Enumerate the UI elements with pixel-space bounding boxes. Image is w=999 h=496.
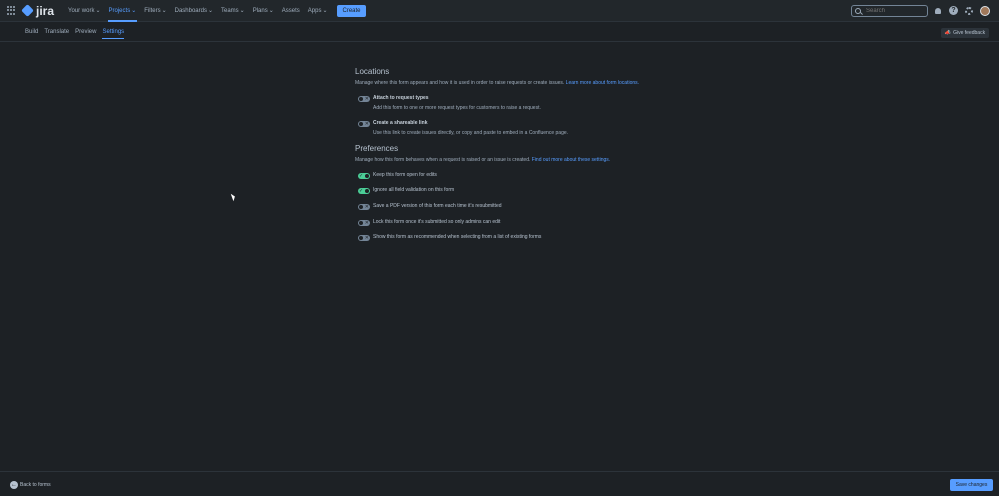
- search-icon: [855, 8, 861, 14]
- avatar[interactable]: [980, 6, 990, 16]
- locations-description-text: Manage where this form appears and how i…: [355, 80, 565, 86]
- ignore-validation-toggle[interactable]: ✓: [358, 188, 370, 194]
- keep-open-label: Keep this form open for edits: [373, 172, 437, 178]
- chevron-down-icon: ⌄: [239, 8, 245, 14]
- nav-item-label: Filters: [144, 7, 161, 14]
- find-out-more-settings-link[interactable]: Find out more about these settings.: [532, 157, 610, 163]
- shareable-link-toggle[interactable]: ✕: [358, 121, 370, 127]
- create-button[interactable]: Create: [337, 4, 366, 17]
- preferences-description-text: Manage how this form behaves when a requ…: [355, 157, 531, 163]
- toggle-off-icon: ✕: [364, 121, 369, 127]
- attach-request-types-toggle[interactable]: ✕: [358, 96, 370, 102]
- footer-bar: ← Back to forms Save changes: [0, 471, 999, 496]
- jira-logo-icon: [21, 4, 34, 17]
- toggle-off-icon: ✕: [364, 96, 369, 102]
- chevron-down-icon: ⌄: [95, 8, 101, 14]
- jira-logo[interactable]: jira: [21, 3, 55, 18]
- save-changes-button[interactable]: Save changes: [950, 479, 993, 491]
- mouse-pointer-icon: [230, 192, 237, 202]
- toggle-on-icon: ✓: [359, 188, 364, 194]
- give-feedback-label: Give feedback: [953, 30, 986, 36]
- attach-request-types-description: Add this form to one or more request typ…: [373, 105, 541, 111]
- nav-item-filters[interactable]: Filters ⌄: [140, 0, 170, 22]
- nav-item-label: Projects: [108, 7, 131, 14]
- show-recommended-label: Show this form as recommended when selec…: [373, 234, 542, 240]
- toggle-off-icon: ✕: [364, 204, 369, 210]
- nav-item-label: Your work: [68, 7, 95, 14]
- tab-preview[interactable]: Preview: [72, 22, 99, 42]
- chevron-down-icon: ⌄: [131, 8, 137, 14]
- nav-item-projects[interactable]: Projects ⌄: [105, 0, 141, 22]
- nav-item-assets[interactable]: Assets: [278, 0, 304, 22]
- show-recommended-toggle[interactable]: ✕: [358, 235, 370, 241]
- nav-items: Your work ⌄ Projects ⌄ Filters ⌄ Dashboards…: [64, 0, 331, 22]
- help-button[interactable]: ?: [949, 6, 958, 15]
- back-to-forms-button[interactable]: ← Back to forms: [10, 481, 51, 489]
- search-box[interactable]: [851, 5, 928, 17]
- help-icon: ?: [949, 6, 958, 15]
- tab-settings[interactable]: Settings: [99, 22, 127, 42]
- bell-icon: [934, 7, 941, 14]
- give-feedback-button[interactable]: 📣 Give feedback: [941, 28, 989, 38]
- learn-more-locations-link[interactable]: Learn more about form locations.: [566, 80, 639, 86]
- nav-item-label: Apps: [307, 7, 322, 14]
- nav-item-label: Plans: [252, 7, 268, 14]
- nav-item-plans[interactable]: Plans ⌄: [249, 0, 278, 22]
- tab-build[interactable]: Build: [22, 22, 41, 42]
- chevron-down-icon: ⌄: [268, 8, 274, 14]
- lock-form-toggle[interactable]: ✕: [358, 220, 370, 226]
- preferences-description: Manage how this form behaves when a requ…: [355, 157, 610, 163]
- toggle-on-icon: ✓: [359, 173, 364, 179]
- chevron-down-icon: ⌄: [322, 8, 328, 14]
- shareable-link-description: Use this link to create issues directly,…: [373, 130, 569, 136]
- toggle-off-icon: ✕: [364, 220, 369, 226]
- megaphone-icon: 📣: [944, 30, 952, 36]
- lock-form-label: Lock this form once it's submitted so on…: [373, 219, 501, 225]
- nav-item-label: Teams: [221, 7, 239, 14]
- nav-item-apps[interactable]: Apps ⌄: [304, 0, 332, 22]
- gear-icon: [964, 6, 973, 15]
- nav-item-label: Dashboards: [174, 7, 207, 14]
- app-switcher-icon[interactable]: [7, 5, 17, 16]
- top-navigation: jira Your work ⌄ Projects ⌄ Filters ⌄ Dashb…: [0, 0, 999, 22]
- save-pdf-toggle[interactable]: ✕: [358, 204, 370, 210]
- chevron-down-icon: ⌄: [207, 8, 213, 14]
- locations-description: Manage where this form appears and how i…: [355, 80, 639, 86]
- arrow-left-icon: ←: [10, 481, 18, 489]
- search-input[interactable]: [866, 8, 926, 14]
- attach-request-types-label: Attach to request types: [373, 95, 429, 101]
- notifications-button[interactable]: [933, 6, 942, 15]
- locations-heading: Locations: [355, 67, 390, 76]
- toggle-off-icon: ✕: [364, 235, 369, 241]
- keep-open-toggle[interactable]: ✓: [358, 173, 370, 179]
- nav-item-dashboards[interactable]: Dashboards ⌄: [171, 0, 217, 22]
- form-tabs: Build Translate Preview Settings: [0, 22, 999, 42]
- app-name: jira: [36, 3, 55, 18]
- tab-translate[interactable]: Translate: [41, 22, 72, 42]
- settings-button[interactable]: [964, 6, 973, 15]
- shareable-link-label: Create a shareable link: [373, 120, 428, 126]
- nav-item-label: Assets: [281, 7, 300, 14]
- chevron-down-icon: ⌄: [161, 8, 167, 14]
- preferences-heading: Preferences: [355, 144, 399, 153]
- ignore-validation-label: Ignore all field validation on this form: [373, 187, 455, 193]
- nav-item-teams[interactable]: Teams ⌄: [217, 0, 249, 22]
- nav-item-your-work[interactable]: Your work ⌄: [64, 0, 105, 22]
- back-to-forms-label: Back to forms: [20, 482, 51, 488]
- save-pdf-label: Save a PDF version of this form each tim…: [373, 203, 502, 209]
